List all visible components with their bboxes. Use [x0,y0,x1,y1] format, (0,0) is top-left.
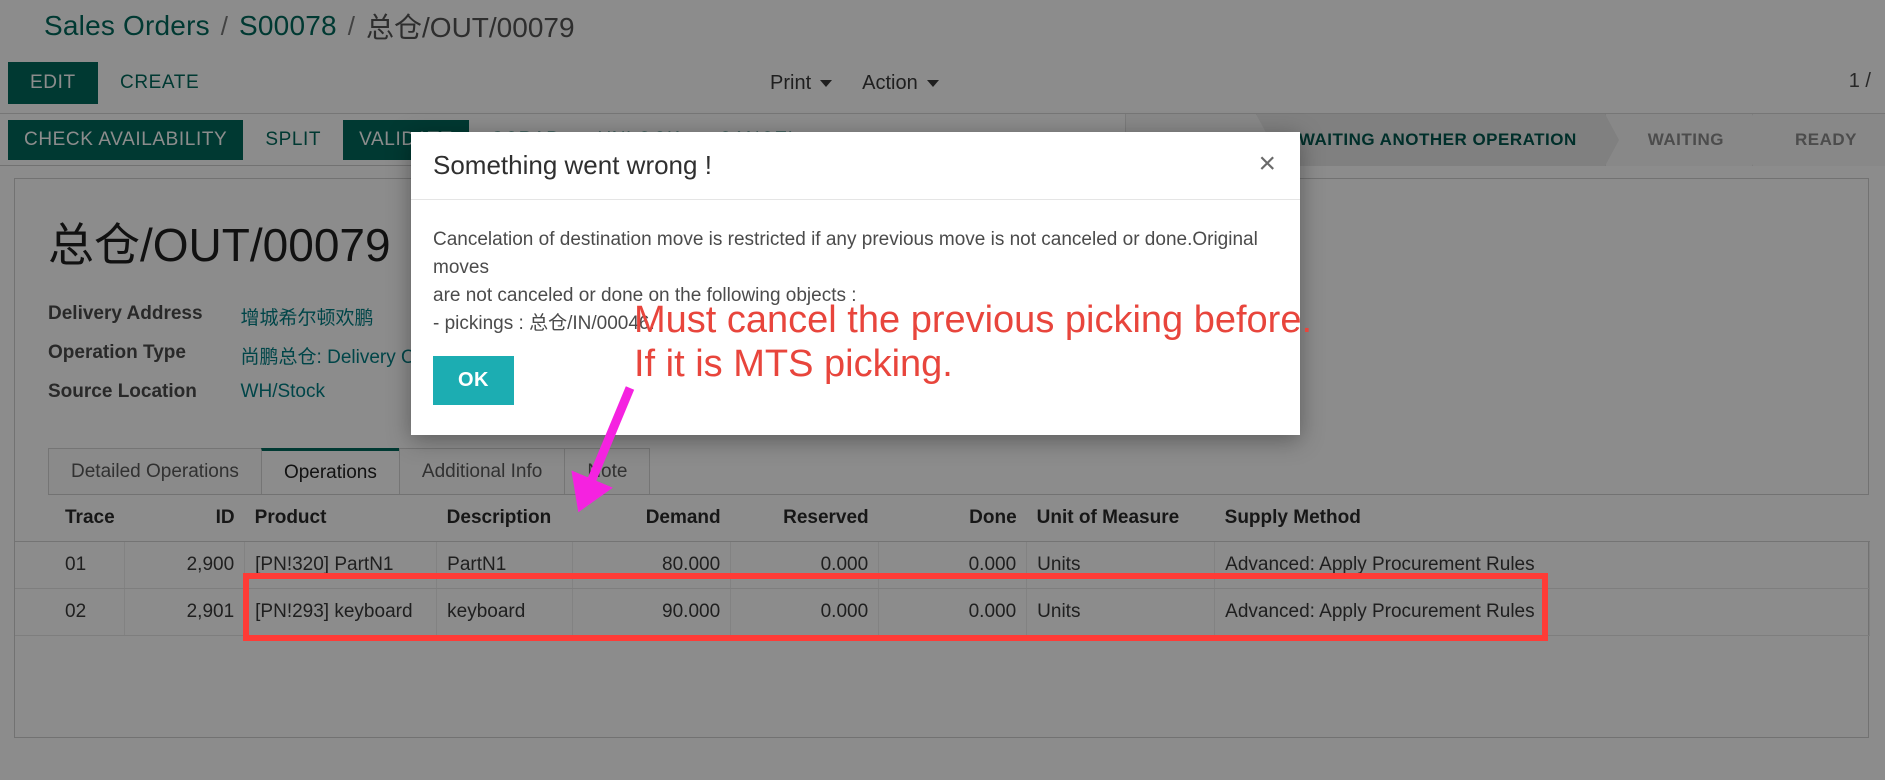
close-icon[interactable]: × [1252,148,1282,180]
dialog-body-line-3: - pickings : 总仓/IN/00046. [433,313,655,334]
dialog-body-line-2: are not canceled or done on the followin… [433,285,857,306]
dialog-title: Something went wrong ! [433,150,712,180]
dialog-body-line-1: Cancelation of destination move is restr… [433,229,1258,278]
error-dialog: Something went wrong ! × Cancelation of … [411,132,1300,435]
dialog-footer: OK [411,338,1300,405]
dialog-header: Something went wrong ! × [411,132,1300,200]
dialog-body: Cancelation of destination move is restr… [411,200,1300,338]
ok-button[interactable]: OK [433,356,514,405]
